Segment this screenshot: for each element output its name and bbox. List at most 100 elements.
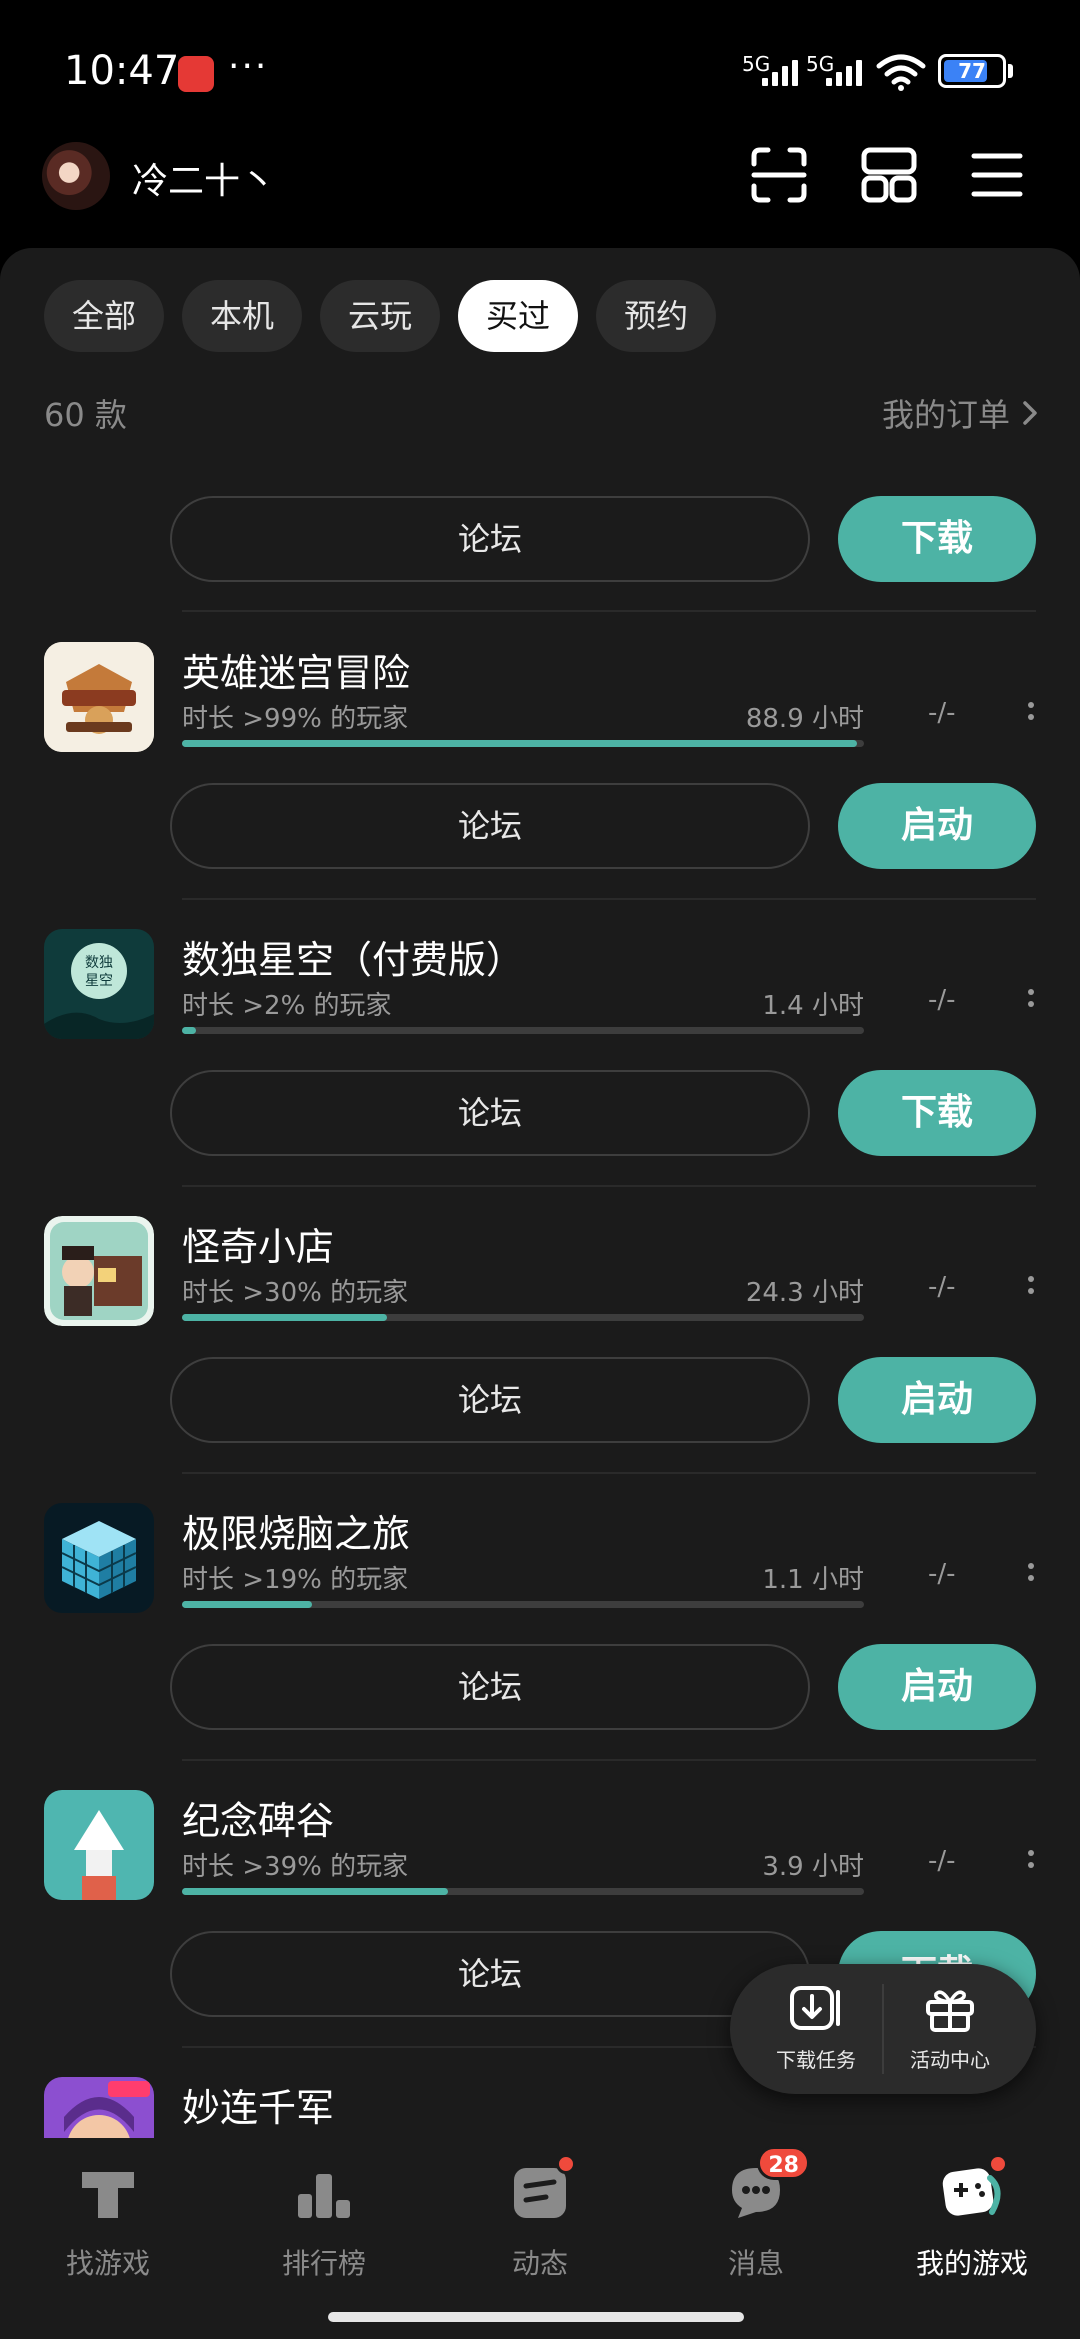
svg-text:星空: 星空	[85, 973, 113, 989]
game-playtime-rank: 时长 >30% 的玩家	[182, 1278, 409, 1308]
game-title: 英雄迷宫冒险	[182, 651, 411, 695]
more-options-icon[interactable]	[1028, 989, 1036, 1013]
game-playtime-rank: 时长 >2% 的玩家	[182, 991, 392, 1021]
game-item[interactable]: 怪奇小店 时长 >30% 的玩家 24.3 小时 -/-	[0, 1216, 1080, 1326]
download-button[interactable]: 下载	[838, 1070, 1036, 1156]
menu-icon[interactable]	[968, 146, 1026, 204]
username[interactable]: 冷二十丶	[132, 152, 276, 204]
game-item[interactable]: 极限烧脑之旅 时长 >19% 的玩家 1.1 小时 -/-	[0, 1503, 1080, 1613]
game-item[interactable]: 数独 星空 数独星空（付费版） 时长 >2% 的玩家 1.4 小时 -/-	[0, 929, 1080, 1039]
forum-button[interactable]: 论坛	[170, 1644, 810, 1730]
progress-fill	[182, 1601, 312, 1608]
launch-button[interactable]: 启动	[838, 1644, 1036, 1730]
gift-icon	[926, 1990, 974, 2032]
nav-label: 消息	[727, 2247, 784, 2280]
more-options-icon[interactable]	[1028, 1563, 1036, 1587]
game-hours: 3.9 小时	[762, 1852, 864, 1882]
playtime-progress	[182, 1601, 864, 1608]
nav-label: 我的游戏	[915, 2247, 1028, 2280]
more-options-icon[interactable]	[1028, 1276, 1036, 1300]
chip-purchased[interactable]: 买过	[458, 280, 579, 352]
download-tasks-button[interactable]: 下载任务	[756, 1984, 876, 2073]
divider	[182, 1759, 1036, 1761]
chip-all[interactable]: 全部	[44, 280, 165, 352]
signal-bars-2-icon	[826, 56, 862, 86]
battery-icon: 77	[938, 54, 1006, 88]
leaderboard-icon	[292, 2160, 356, 2224]
activity-center-button[interactable]: 活动中心	[890, 1984, 1010, 2073]
more-options-icon[interactable]	[1028, 1850, 1036, 1874]
game-title: 纪念碑谷	[182, 1799, 335, 1843]
chevron-right-icon	[1023, 401, 1037, 425]
notification-dot	[556, 2154, 576, 2174]
nav-feed[interactable]: 动态	[432, 2154, 648, 2282]
nav-label: 找游戏	[65, 2247, 150, 2280]
nav-find-games[interactable]: 找游戏	[0, 2160, 216, 2282]
chip-cloud[interactable]: 云玩	[320, 280, 441, 352]
filter-chips: 全部 本机 云玩 买过 预约	[44, 280, 717, 352]
status-time: 10:47	[64, 48, 180, 94]
game-score: -/-	[928, 1846, 956, 1876]
game-title: 数独星空（付费版）	[182, 938, 525, 982]
my-orders-link[interactable]: 我的订单	[882, 390, 1040, 436]
scan-icon[interactable]	[750, 146, 808, 204]
home-indicator[interactable]	[328, 2312, 744, 2322]
divider	[182, 1472, 1036, 1474]
forum-button[interactable]: 论坛	[170, 1931, 810, 2017]
battery-cap	[1008, 64, 1013, 78]
forum-button[interactable]: 论坛	[170, 783, 810, 869]
strange-shop-icon	[44, 1216, 154, 1326]
svg-text:数独: 数独	[85, 955, 113, 971]
playtime-progress	[182, 1314, 864, 1321]
forum-button[interactable]: 论坛	[170, 496, 810, 582]
game-hours: 1.4 小时	[762, 991, 864, 1021]
playtime-progress	[182, 740, 864, 747]
launch-button[interactable]: 启动	[838, 783, 1036, 869]
hero-maze-icon	[44, 642, 154, 752]
more-options-icon[interactable]	[1028, 702, 1036, 726]
divider	[182, 898, 1036, 900]
notification-app-icon	[178, 56, 214, 92]
bottom-navigation: 找游戏 排行榜 动态 28 消息 我的游戏	[0, 2138, 1080, 2339]
battery-level: 77	[958, 59, 986, 83]
game-score: -/-	[928, 1559, 956, 1589]
launch-button[interactable]: 启动	[838, 1357, 1036, 1443]
my-games-icon	[940, 2154, 1008, 2224]
status-bar: 10:47 ··· 5G 5G 77	[0, 0, 1080, 140]
miaolian-icon	[44, 2077, 154, 2138]
signal-bars-1-icon	[762, 56, 798, 86]
playtime-progress	[182, 1888, 864, 1895]
game-item[interactable]: 英雄迷宫冒险 时长 >99% 的玩家 88.9 小时 -/-	[0, 642, 1080, 752]
game-title: 极限烧脑之旅	[182, 1512, 411, 1556]
game-hours: 1.1 小时	[762, 1565, 864, 1595]
nav-leaderboard[interactable]: 排行榜	[216, 2160, 432, 2282]
progress-fill	[182, 1027, 196, 1034]
download-tasks-icon	[790, 1986, 840, 2030]
game-item[interactable]: 纪念碑谷 时长 >39% 的玩家 3.9 小时 -/-	[0, 1790, 1080, 1900]
nav-messages[interactable]: 28 消息	[648, 2146, 864, 2282]
download-button[interactable]: 下载	[838, 496, 1036, 582]
forum-button[interactable]: 论坛	[170, 1070, 810, 1156]
download-tasks-label: 下载任务	[776, 2048, 856, 2072]
divider	[882, 1984, 884, 2074]
chip-local[interactable]: 本机	[182, 280, 303, 352]
my-orders-label: 我的订单	[881, 396, 1010, 434]
progress-fill	[182, 1888, 448, 1895]
game-playtime-rank: 时长 >19% 的玩家	[182, 1565, 409, 1595]
game-hours: 24.3 小时	[745, 1278, 864, 1308]
chip-reserved[interactable]: 预约	[596, 280, 717, 352]
divider	[182, 610, 1036, 612]
playtime-progress	[182, 1027, 864, 1034]
messages-icon: 28	[724, 2146, 810, 2224]
forum-button[interactable]: 论坛	[170, 1357, 810, 1443]
my-games-panel: 全部 本机 云玩 买过 预约 60 款 我的订单 论坛 下载 英雄迷宫冒险 时长…	[0, 248, 1080, 2138]
grid-icon[interactable]	[860, 146, 918, 204]
nav-my-games[interactable]: 我的游戏	[864, 2154, 1080, 2282]
progress-fill	[182, 1314, 387, 1321]
game-score: -/-	[928, 698, 956, 728]
wifi-icon	[876, 54, 926, 91]
divider	[182, 1185, 1036, 1187]
sudoku-starry-icon: 数独 星空	[44, 929, 154, 1039]
avatar[interactable]	[42, 142, 110, 210]
game-title: 怪奇小店	[182, 1225, 335, 1269]
